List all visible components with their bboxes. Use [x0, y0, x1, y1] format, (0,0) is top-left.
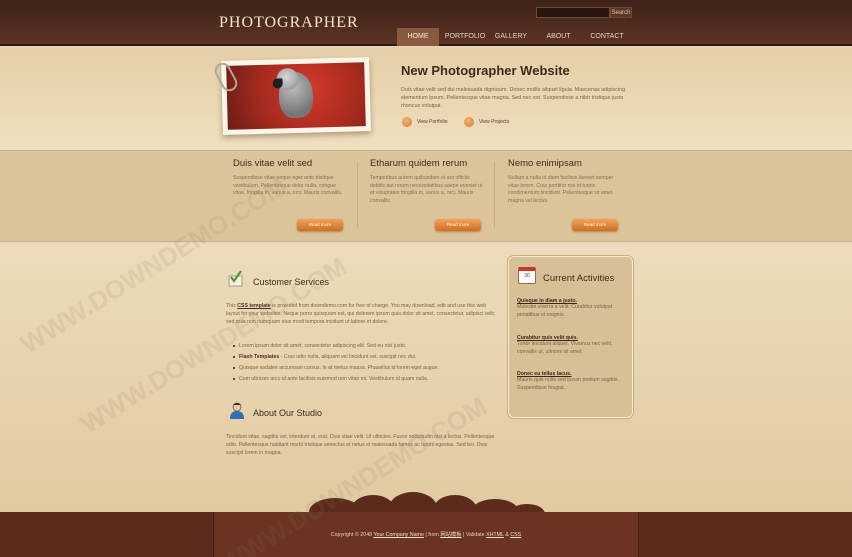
feature-text: Nullam a nulla id diam facilisis laoreet…: [508, 175, 614, 204]
feature-3: Nemo enimipsam Nullam a nulla id diam fa…: [508, 158, 623, 205]
activity-text: Molestie viverra a velit. Curabitur volu…: [517, 304, 613, 318]
company-link[interactable]: Your Company Name: [373, 532, 423, 538]
read-more-button[interactable]: Read more: [297, 219, 343, 231]
activity-item: Quisque in diam a justo. Molestie viverr…: [517, 298, 627, 319]
activity-text: Tortor tincidunt aliquet. Vivamus nec ve…: [517, 341, 613, 355]
customer-services-title: Customer Services: [253, 277, 330, 287]
hero-title: New Photographer Website: [401, 63, 570, 78]
nav-about[interactable]: ABOUT: [531, 28, 586, 46]
about-studio-title: About Our Studio: [253, 408, 323, 418]
list-item: Lorem ipsum dolor sit amet, consectetur …: [233, 341, 503, 352]
list-item: Cum ultricies arcu id ante facilisis eui…: [233, 374, 503, 385]
user-icon: [230, 402, 244, 419]
document-check-icon: [228, 270, 243, 287]
hero-text: Duis vitae velit sed dui malesuada digni…: [401, 87, 626, 109]
site-logo[interactable]: PHOTOGRAPHER: [219, 14, 359, 32]
about-studio-text: Tincidunt vitae, sagittis vel, interdum …: [226, 434, 495, 456]
services-list: Lorem ipsum dolor sit amet, consectetur …: [233, 341, 503, 385]
current-activities-title: Current Activities: [543, 273, 615, 284]
view-portfolio-label[interactable]: View Portfolio: [417, 119, 447, 125]
feature-1: Duis vitae velit sed Suspendisse vitae n…: [233, 158, 348, 198]
feature-title: Nemo enimipsam: [508, 158, 582, 169]
feature-divider: [357, 162, 358, 228]
activity-item: Curabitur quis velit quis. Tortor tincid…: [517, 335, 627, 356]
feature-text: Suspendisse vitae neque eget ante tristi…: [233, 175, 343, 196]
main-nav: HOME PORTFOLIO GALLERY ABOUT CONTACT: [397, 28, 628, 46]
hero-photo: [221, 57, 371, 135]
css-template-link[interactable]: CSS template: [237, 303, 270, 309]
nav-portfolio[interactable]: PORTFOLIO: [439, 28, 491, 46]
feature-2: Etharum quidem rerum Temporibus autem qu…: [370, 158, 485, 205]
nav-home[interactable]: HOME: [397, 28, 439, 46]
search-button[interactable]: Search: [610, 7, 632, 18]
read-more-button[interactable]: Read more: [435, 219, 481, 231]
activity-text: Mauris quis nulla sed ipsum pretium sagi…: [517, 377, 619, 391]
intro-prefix: This: [226, 303, 238, 309]
css-link[interactable]: CSS: [510, 532, 521, 538]
nav-contact[interactable]: CONTACT: [586, 28, 628, 46]
feature-title: Duis vitae velit sed: [233, 158, 313, 169]
orange-bullet-icon: [464, 117, 474, 127]
calendar-icon: 30: [518, 267, 536, 284]
feature-divider: [494, 162, 495, 228]
view-projects-label[interactable]: View Projects: [479, 119, 509, 125]
orange-bullet-icon: [402, 117, 412, 127]
feature-title: Etharum quidem rerum: [370, 158, 468, 169]
nav-gallery[interactable]: GALLERY: [491, 28, 531, 46]
view-projects-link[interactable]: View Projects: [464, 116, 509, 128]
customer-services-intro: This CSS template is provided from downd…: [226, 302, 498, 326]
list-item: Flash Templates - Cras odio nulla, aliqu…: [233, 352, 503, 363]
view-portfolio-link[interactable]: View Portfolio: [402, 116, 447, 128]
parrot-image: [226, 62, 366, 130]
footer-copyright: Copyright © 2048 Your Company Name | fro…: [330, 532, 522, 538]
list-item: Quisque sodales accumsan cursus. In at m…: [233, 363, 503, 374]
read-more-button[interactable]: Read more: [572, 219, 618, 231]
search-input[interactable]: [536, 7, 610, 18]
from-link[interactable]: 网站模板: [440, 532, 461, 538]
activity-item: Donec eu tellus lacus. Mauris quis nulla…: [517, 371, 627, 392]
xhtml-link[interactable]: XHTML: [486, 532, 504, 538]
feature-text: Temporibus autem quibusdam et aut offici…: [370, 175, 483, 204]
